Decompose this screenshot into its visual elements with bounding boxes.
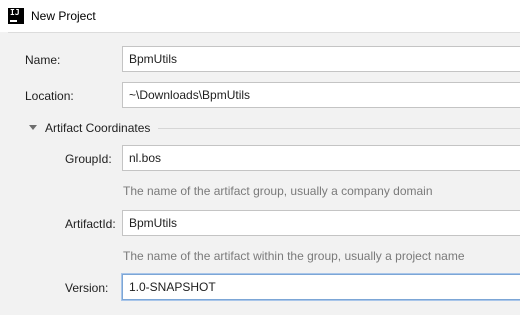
name-field[interactable]: BpmUtils: [122, 46, 520, 72]
name-label: Name:: [25, 53, 61, 67]
title-divider: [8, 32, 520, 33]
groupid-field[interactable]: nl.bos: [122, 145, 520, 171]
title-bar: IJ New Project: [0, 0, 520, 32]
artifactid-hint: The name of the artifact within the grou…: [123, 249, 465, 263]
groupid-hint: The name of the artifact group, usually …: [123, 184, 433, 198]
chevron-down-icon[interactable]: [29, 125, 37, 130]
section-separator: [158, 128, 520, 129]
version-label: Version:: [65, 281, 109, 295]
location-label: Location:: [25, 89, 74, 103]
artifactid-field[interactable]: BpmUtils: [122, 210, 520, 236]
groupid-label: GroupId:: [65, 152, 112, 166]
version-field[interactable]: 1.0-SNAPSHOT: [122, 274, 520, 300]
artifact-coordinates-toggle[interactable]: Artifact Coordinates: [45, 121, 150, 135]
location-field[interactable]: ~\Downloads\BpmUtils: [122, 82, 520, 108]
intellij-idea-icon: IJ: [8, 8, 24, 24]
window-title: New Project: [31, 9, 96, 23]
artifactid-label: ArtifactId:: [65, 217, 116, 231]
